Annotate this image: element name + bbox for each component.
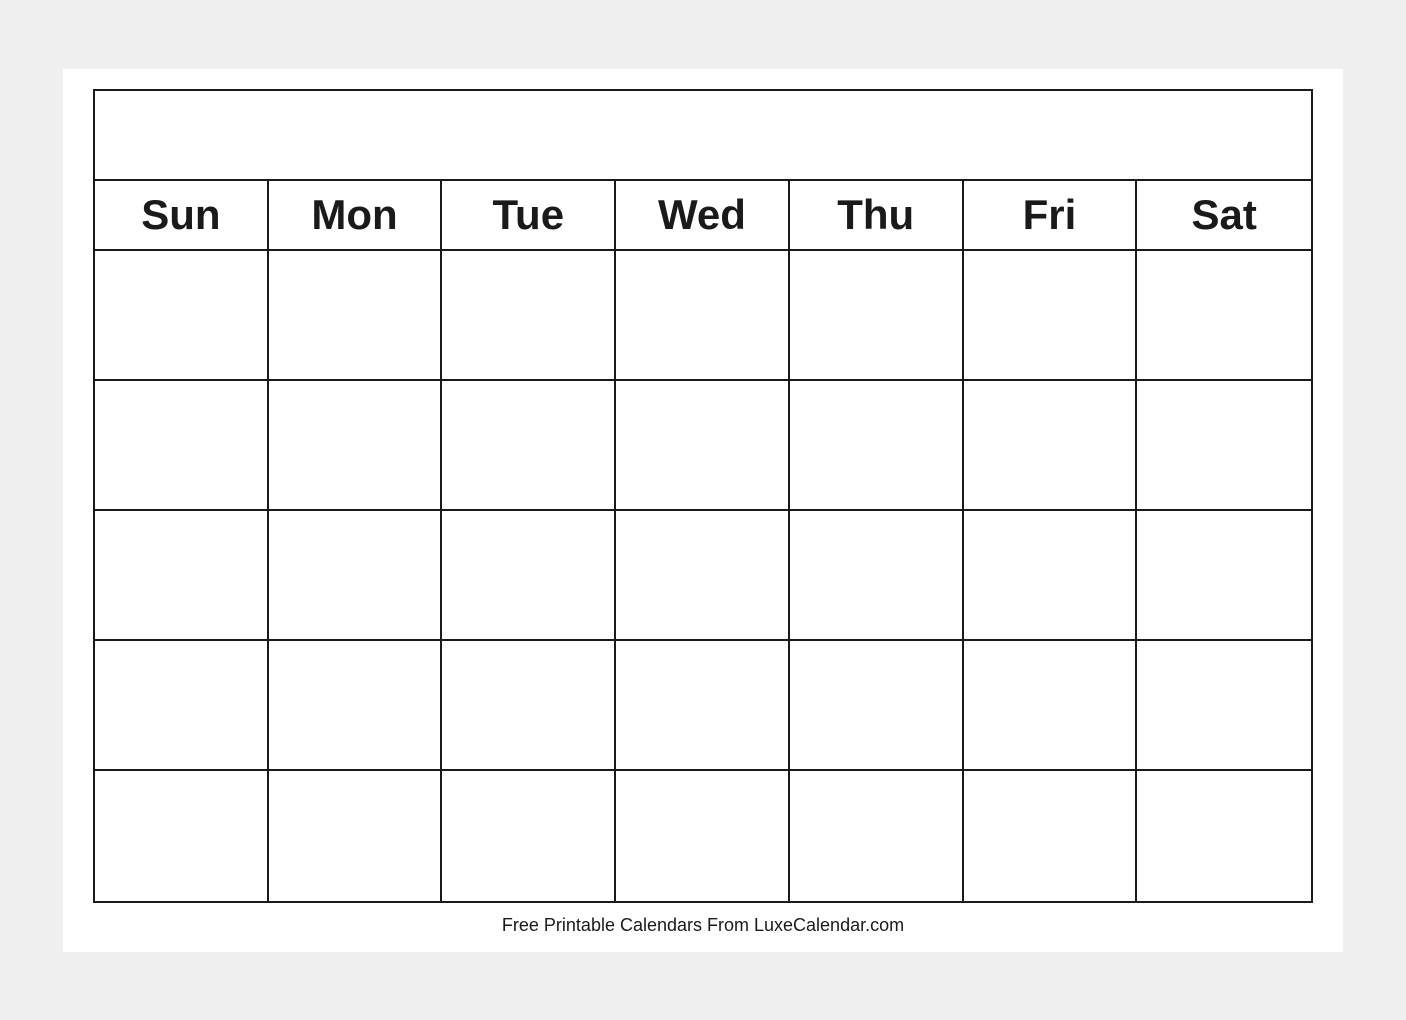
table-row[interactable] xyxy=(269,381,443,511)
header-mon: Mon xyxy=(269,181,443,249)
table-row[interactable] xyxy=(95,771,269,901)
table-row[interactable] xyxy=(95,381,269,511)
header-fri: Fri xyxy=(964,181,1138,249)
calendar-body xyxy=(95,251,1311,901)
table-row[interactable] xyxy=(790,381,964,511)
table-row[interactable] xyxy=(95,251,269,381)
table-row[interactable] xyxy=(964,641,1138,771)
header-sun: Sun xyxy=(95,181,269,249)
footer-text: Free Printable Calendars From LuxeCalend… xyxy=(93,903,1313,942)
table-row[interactable] xyxy=(1137,641,1311,771)
table-row[interactable] xyxy=(1137,771,1311,901)
page-wrapper: Sun Mon Tue Wed Thu Fri Sat xyxy=(63,69,1343,952)
table-row[interactable] xyxy=(964,511,1138,641)
table-row[interactable] xyxy=(616,641,790,771)
table-row[interactable] xyxy=(442,771,616,901)
table-row[interactable] xyxy=(442,381,616,511)
table-row[interactable] xyxy=(1137,381,1311,511)
table-row[interactable] xyxy=(964,251,1138,381)
table-row[interactable] xyxy=(95,641,269,771)
calendar-title-row xyxy=(95,91,1311,181)
header-sat: Sat xyxy=(1137,181,1311,249)
table-row[interactable] xyxy=(964,771,1138,901)
table-row[interactable] xyxy=(790,641,964,771)
table-row[interactable] xyxy=(95,511,269,641)
table-row[interactable] xyxy=(1137,251,1311,381)
table-row[interactable] xyxy=(269,251,443,381)
table-row[interactable] xyxy=(269,641,443,771)
table-row[interactable] xyxy=(616,381,790,511)
table-row[interactable] xyxy=(616,251,790,381)
table-row[interactable] xyxy=(790,771,964,901)
table-row[interactable] xyxy=(790,251,964,381)
table-row[interactable] xyxy=(964,381,1138,511)
table-row[interactable] xyxy=(269,771,443,901)
calendar-header-row: Sun Mon Tue Wed Thu Fri Sat xyxy=(95,181,1311,251)
header-wed: Wed xyxy=(616,181,790,249)
calendar-container: Sun Mon Tue Wed Thu Fri Sat xyxy=(93,89,1313,903)
table-row[interactable] xyxy=(442,251,616,381)
table-row[interactable] xyxy=(442,641,616,771)
table-row[interactable] xyxy=(616,771,790,901)
table-row[interactable] xyxy=(790,511,964,641)
table-row[interactable] xyxy=(1137,511,1311,641)
header-thu: Thu xyxy=(790,181,964,249)
table-row[interactable] xyxy=(616,511,790,641)
table-row[interactable] xyxy=(442,511,616,641)
table-row[interactable] xyxy=(269,511,443,641)
header-tue: Tue xyxy=(442,181,616,249)
